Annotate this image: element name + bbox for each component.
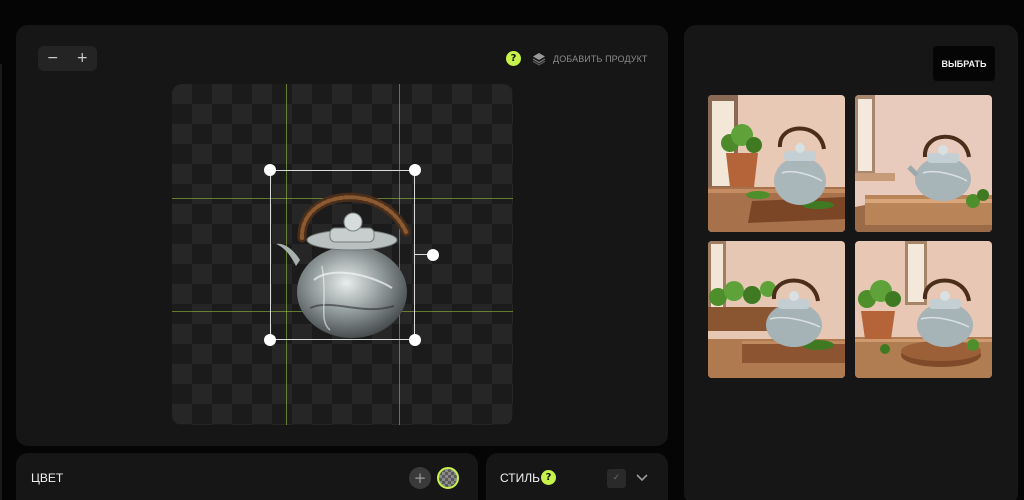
add-product-label: ДОБАВИТЬ ПРОДУКТ <box>553 53 648 64</box>
style-label: СТИЛЬ <box>500 471 540 485</box>
zoom-in-button[interactable]: + <box>68 46 98 71</box>
style-help-icon[interactable]: ? <box>541 470 556 485</box>
generated-image-3-picture <box>708 241 845 378</box>
resize-handle-top-right[interactable] <box>409 164 421 176</box>
generated-image-3[interactable] <box>708 241 845 378</box>
rotate-handle[interactable] <box>427 249 439 261</box>
app-root: − + ? ДОБАВИТЬ ПРОДУКТ ВЫБРАТЬ ЦВЕТ + СТ… <box>0 0 1024 500</box>
generated-image-1-picture <box>708 95 845 232</box>
generated-image-2[interactable] <box>855 95 992 232</box>
resize-handle-bottom-right[interactable] <box>409 334 421 346</box>
zoom-out-button[interactable]: − <box>38 46 68 71</box>
add-color-button[interactable]: + <box>409 467 431 489</box>
selection-box[interactable] <box>270 170 415 340</box>
style-checkbox[interactable]: ✓ <box>607 469 626 488</box>
color-label: ЦВЕТ <box>31 471 64 485</box>
layers-icon <box>532 52 546 65</box>
side-edge <box>0 64 2 500</box>
generated-image-4[interactable] <box>855 241 992 378</box>
chevron-down-icon[interactable] <box>634 469 650 485</box>
transparent-color-swatch[interactable] <box>437 467 459 489</box>
help-icon[interactable]: ? <box>506 51 521 66</box>
add-product-button[interactable]: ДОБАВИТЬ ПРОДУКТ <box>532 51 648 66</box>
resize-handle-top-left[interactable] <box>264 164 276 176</box>
generated-image-4-picture <box>855 241 992 378</box>
select-button[interactable]: ВЫБРАТЬ <box>933 46 995 81</box>
generated-image-2-picture <box>855 95 992 232</box>
resize-handle-bottom-left[interactable] <box>264 334 276 346</box>
zoom-controls: − + <box>38 46 97 71</box>
generated-image-1[interactable] <box>708 95 845 232</box>
